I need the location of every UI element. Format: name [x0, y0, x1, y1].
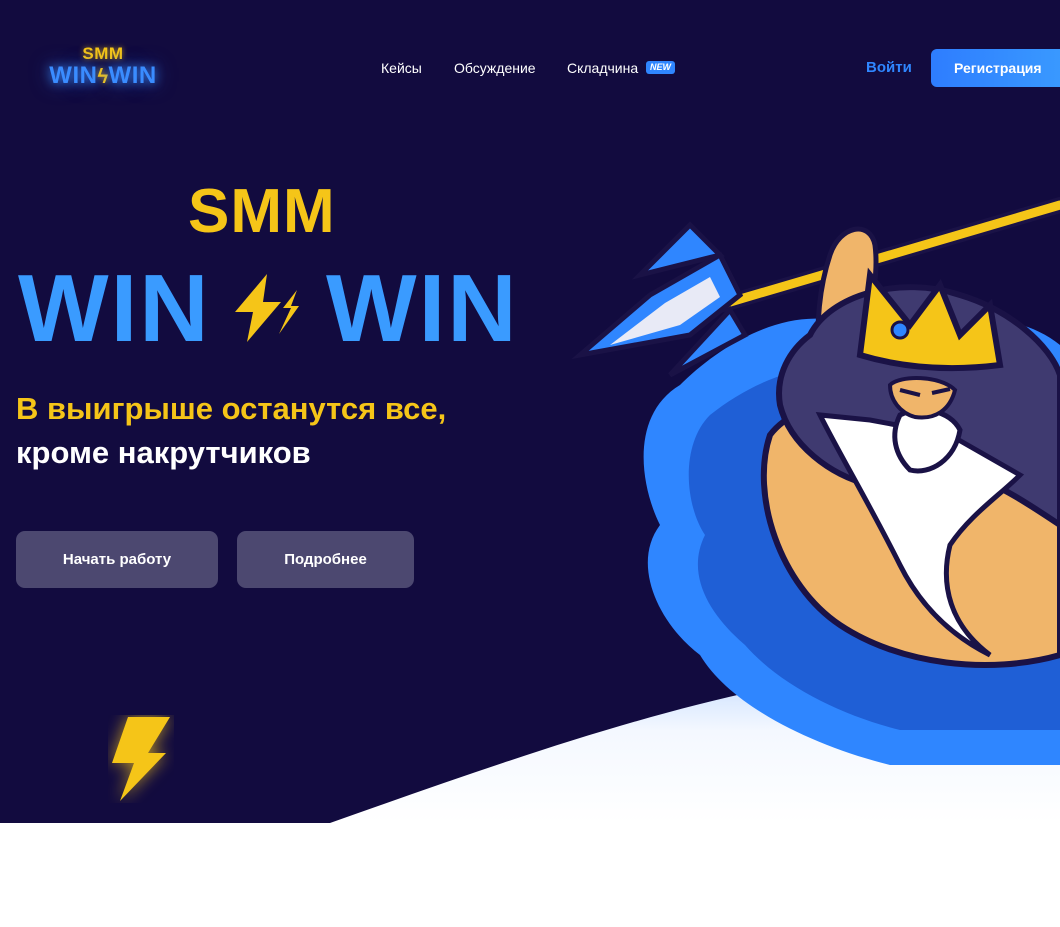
lightning-bolt-icon: [235, 274, 299, 342]
more-info-button[interactable]: Подробнее: [237, 531, 414, 588]
register-button[interactable]: Регистрация: [931, 49, 1060, 87]
start-work-button[interactable]: Начать работу: [16, 531, 218, 588]
hero-section: SMM WINϟWIN Кейсы Обсуждение Складчина N…: [0, 0, 1060, 823]
hero-smm-title: SMM: [188, 177, 336, 246]
nav-item-discussion[interactable]: Обсуждение: [454, 60, 536, 76]
register-button-label: Регистрация: [954, 60, 1042, 76]
poseidon-mascot-illustration: [571, 197, 1060, 765]
logo-smm-text: SMM: [82, 44, 124, 63]
hero-win-left: WIN: [18, 255, 211, 362]
nav-item-skladchina[interactable]: Складчина: [567, 60, 638, 76]
logo-win-left: WIN: [49, 62, 98, 89]
lightning-bolt-icon: [112, 717, 170, 801]
header-logo[interactable]: SMM WINϟWIN: [38, 44, 168, 94]
logo-win-right: WIN: [108, 62, 157, 89]
hero-tagline-line2: кроме накрутчиков: [16, 435, 311, 470]
hero-tagline-line1: В выигрыше останутся все,: [16, 391, 447, 426]
nav-item-cases[interactable]: Кейсы: [381, 60, 422, 76]
new-badge: NEW: [646, 61, 675, 74]
lightning-bolt-icon: ϟ: [97, 66, 109, 88]
logo-win-text: WINϟWIN: [38, 62, 168, 90]
login-link[interactable]: Войти: [866, 59, 912, 76]
hero-win-right: WIN: [326, 255, 519, 362]
